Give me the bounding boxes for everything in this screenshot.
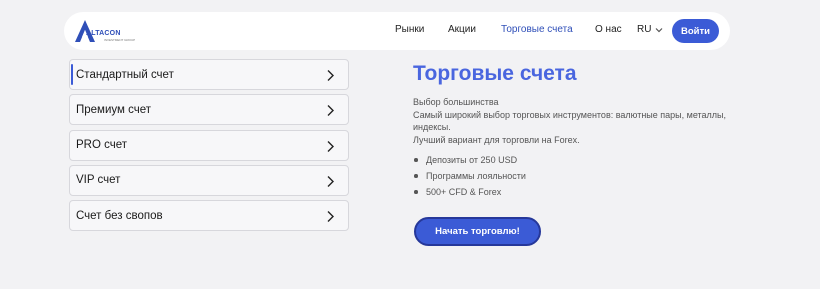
chevron-right-icon xyxy=(327,105,334,117)
account-item-vip[interactable]: VIP счет xyxy=(69,164,349,196)
feature-list: Депозиты от 250 USD Программы лояльности… xyxy=(413,152,743,200)
nav-item-about[interactable]: О нас xyxy=(595,24,622,35)
nav-item-markets[interactable]: Рынки xyxy=(395,24,424,35)
page-title: Торговые счета xyxy=(413,62,577,85)
language-selector[interactable]: RU xyxy=(637,24,663,35)
chevron-down-icon xyxy=(656,27,663,32)
brand-logo[interactable]: ALTACON INVESTMENT GROUP xyxy=(74,19,144,45)
account-item-label: PRO счет xyxy=(76,139,128,152)
brand-name: ALTACON xyxy=(86,30,121,37)
account-item-premium[interactable]: Премиум счет xyxy=(69,94,349,126)
language-label: RU xyxy=(637,24,652,35)
nav-item-stocks[interactable]: Акции xyxy=(448,24,476,35)
feature-item: Программы лояльности xyxy=(413,168,743,184)
account-description: Выбор большинства Самый широкий выбор то… xyxy=(413,96,743,146)
start-trading-button[interactable]: Начать торговлю! xyxy=(414,217,541,246)
chevron-right-icon xyxy=(327,140,334,152)
chevron-right-icon xyxy=(327,175,334,187)
top-navbar: ALTACON INVESTMENT GROUP Рынки Акции Тор… xyxy=(64,12,730,50)
chevron-right-icon xyxy=(327,70,334,81)
brand-tagline: INVESTMENT GROUP xyxy=(104,38,136,42)
feature-item: 500+ CFD & Forex xyxy=(413,184,743,200)
description-line: Выбор большинства xyxy=(413,97,499,107)
nav-item-trading-accounts[interactable]: Торговые счета xyxy=(501,24,573,35)
chevron-right-icon xyxy=(327,211,334,223)
account-item-standard[interactable]: Стандартный счет xyxy=(69,59,349,90)
description-line: Самый широкий выбор торговых инструменто… xyxy=(413,109,727,133)
account-item-swap-free[interactable]: Счет без свопов xyxy=(69,200,349,232)
account-item-label: Премиум счет xyxy=(76,103,152,116)
description-line: Лучший вариант для торговли на Forex. xyxy=(413,134,580,145)
account-type-list: Стандартный счет Премиум счет PRO счет V… xyxy=(69,59,349,235)
account-item-label: VIP счет xyxy=(76,174,121,187)
account-item-label: Счет без свопов xyxy=(76,209,163,222)
feature-item: Депозиты от 250 USD xyxy=(413,152,743,168)
account-item-label: Стандартный счет xyxy=(76,68,174,81)
login-button[interactable]: Войти xyxy=(672,19,719,43)
account-item-pro[interactable]: PRO счет xyxy=(69,129,349,161)
account-detail-panel: Торговые счета Выбор большинства Самый ш… xyxy=(413,60,743,200)
